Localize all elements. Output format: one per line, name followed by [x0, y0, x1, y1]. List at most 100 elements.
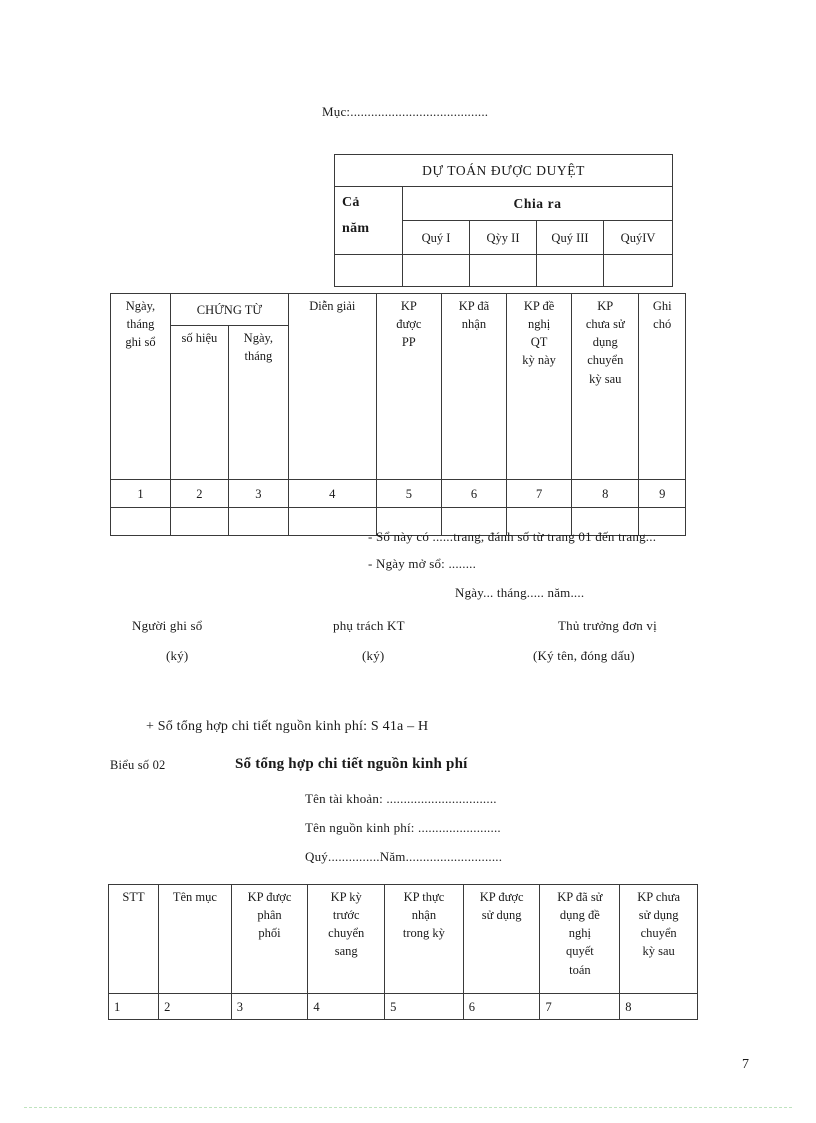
- header-line: được: [396, 317, 422, 332]
- ledger-table: Ngày, tháng ghi sổ CHỨNG TỪ Diễn giải KP…: [110, 293, 686, 536]
- summary-number-cell: 7: [539, 993, 621, 1020]
- table-row: [334, 254, 674, 287]
- ledger-number-cell: 1: [110, 479, 171, 508]
- header-line: kỳ sau: [642, 944, 675, 959]
- ledger-number-cell: 6: [440, 479, 508, 508]
- header-line: STT: [122, 890, 145, 904]
- header-line: KP đề: [523, 299, 555, 313]
- header-line: nghị: [527, 317, 551, 332]
- header-line: tháng: [244, 349, 273, 364]
- muc-field-line: Mục:....................................…: [322, 104, 489, 119]
- header-line: sang: [334, 944, 358, 959]
- table-row: Cả năm Chia ra: [334, 186, 674, 255]
- header-line: trong kỳ: [402, 926, 445, 941]
- header-line: chuyển: [587, 353, 624, 368]
- signature-recorder-title: Người ghi sổ: [132, 618, 203, 633]
- ledger-col-description: Diễn giải: [287, 293, 377, 480]
- header-line: KP chưa: [637, 890, 680, 904]
- summary-number-cell: 3: [230, 993, 309, 1020]
- ledger-empty-cell: [287, 507, 377, 536]
- ledger-empty-cell: [169, 507, 229, 536]
- ledger-col-kp-proposed: KP đề nghị QT kỳ này: [506, 293, 573, 480]
- section-intro-line: + Sổ tổng hợp chi tiết nguồn kinh phí: S…: [146, 719, 429, 734]
- header-line: KP thực: [403, 890, 445, 904]
- header-line: kỳ này: [522, 353, 556, 368]
- header-line: KP được: [479, 890, 524, 904]
- table-row: 1 2 3 4 5 6 7 8: [107, 993, 698, 1020]
- budget-empty-cell-4: [536, 254, 604, 287]
- summary-col-stt: STT: [107, 884, 160, 994]
- header-line: QT: [530, 335, 548, 350]
- ca-nam-line-1: Cả: [342, 195, 360, 210]
- header-line: nghị: [568, 926, 591, 941]
- budget-table-title: DỰ TOÁN ĐƯỢC DUYỆT: [333, 154, 674, 187]
- header-line: KP: [400, 299, 417, 313]
- table-row: STT Tên mục KP được phân phối KP kỳ trướ…: [107, 884, 698, 994]
- document-page: Mục:....................................…: [0, 0, 816, 1123]
- header-line: sử dụng: [481, 908, 522, 923]
- ledger-col-note: Ghi chó: [638, 293, 686, 480]
- budget-col-quy-2: Qỳy II: [469, 220, 537, 255]
- header-line: chưa sử: [585, 317, 625, 332]
- table-row: Ngày, tháng ghi sổ CHỨNG TỪ Diễn giải KP…: [110, 293, 686, 480]
- header-line: dụng: [592, 335, 618, 350]
- header-line: nhận: [411, 908, 437, 923]
- budget-approved-table: DỰ TOÁN ĐƯỢC DUYỆT Cả năm Chia ra Quý I …: [333, 154, 674, 287]
- header-line: trước: [332, 908, 360, 923]
- page-number: 7: [742, 1057, 750, 1072]
- note-page-count: - Sổ này có ......trang, đánh số từ tran…: [368, 529, 657, 544]
- ledger-number-cell: 7: [506, 479, 573, 508]
- header-line: số hiệu: [181, 331, 218, 345]
- header-line: sử dụng: [638, 908, 679, 923]
- header-line: KP: [597, 299, 614, 313]
- budget-col-quy-4: QuýIV: [602, 220, 674, 255]
- signature-accountant-title: phụ trách KT: [333, 618, 405, 633]
- ca-nam-line-2: năm: [342, 220, 370, 236]
- summary-number-cell: 8: [619, 993, 698, 1020]
- header-line: chuyển: [328, 926, 365, 941]
- ledger-col-kp-allocated: KP được PP: [375, 293, 442, 480]
- ledger-number-cell: 3: [227, 479, 289, 508]
- summary-table: STT Tên mục KP được phân phối KP kỳ trướ…: [107, 884, 698, 1020]
- header-line: ghi sổ: [125, 335, 156, 350]
- header-line: KP được: [247, 890, 292, 904]
- summary-col-kp-usable: KP được sử dụng: [462, 884, 541, 994]
- summary-col-kp-allocated: KP được phân phối: [230, 884, 309, 994]
- header-line: Ngày,: [243, 331, 274, 345]
- form-title: Sổ tổng hợp chi tiết nguồn kinh phí: [235, 756, 468, 772]
- summary-col-kp-received: KP thực nhận trong kỳ: [384, 884, 464, 994]
- header-line: Ghi: [652, 299, 672, 313]
- field-funding-source: Tên nguồn kinh phí: ....................…: [305, 820, 501, 835]
- header-line: quyết: [565, 944, 594, 959]
- ledger-col-date-record: Ngày, tháng ghi sổ: [110, 293, 171, 480]
- budget-empty-cell-1: [334, 254, 403, 287]
- summary-number-cell: 5: [384, 993, 464, 1020]
- header-line: chó: [653, 317, 672, 332]
- summary-number-cell: 1: [107, 993, 160, 1020]
- header-line: toán: [569, 962, 591, 977]
- budget-group-chia-ra: Chia ra: [401, 186, 674, 221]
- signature-director-title: Thủ trưởng đơn vị: [558, 618, 657, 633]
- footer-divider: [24, 1107, 792, 1108]
- summary-col-item-name: Tên mục: [158, 884, 232, 994]
- header-line: kỳ sau: [589, 371, 622, 386]
- form-code-label: Biểu số 02: [110, 758, 166, 772]
- header-line: phối: [258, 926, 281, 941]
- header-line: Tên mục: [172, 890, 217, 904]
- summary-col-kp-used: KP đã sử dụng đề nghị quyết toán: [539, 884, 621, 994]
- ledger-number-cell: 4: [287, 479, 377, 508]
- header-line: chuyển: [640, 926, 677, 941]
- signature-recorder-sub: (ký): [166, 648, 189, 663]
- budget-col-ca-nam: Cả năm: [334, 186, 403, 255]
- summary-number-cell: 2: [158, 993, 232, 1020]
- header-line: KP kỳ: [330, 890, 362, 904]
- header-line: KP đã: [458, 299, 490, 313]
- ledger-col-kp-unused: KP chưa sử dụng chuyển kỳ sau: [571, 293, 640, 480]
- budget-empty-cell-2: [402, 254, 470, 287]
- summary-col-kp-unused: KP chưa sử dụng chuyển kỳ sau: [619, 884, 698, 994]
- header-line: dụng đề: [559, 908, 600, 923]
- header-line: phân: [257, 908, 282, 923]
- ledger-group-chung-tu: CHỨNG TỪ: [169, 293, 289, 326]
- table-row: DỰ TOÁN ĐƯỢC DUYỆT: [333, 154, 674, 187]
- ledger-col-voucher-date: Ngày, tháng: [227, 325, 289, 480]
